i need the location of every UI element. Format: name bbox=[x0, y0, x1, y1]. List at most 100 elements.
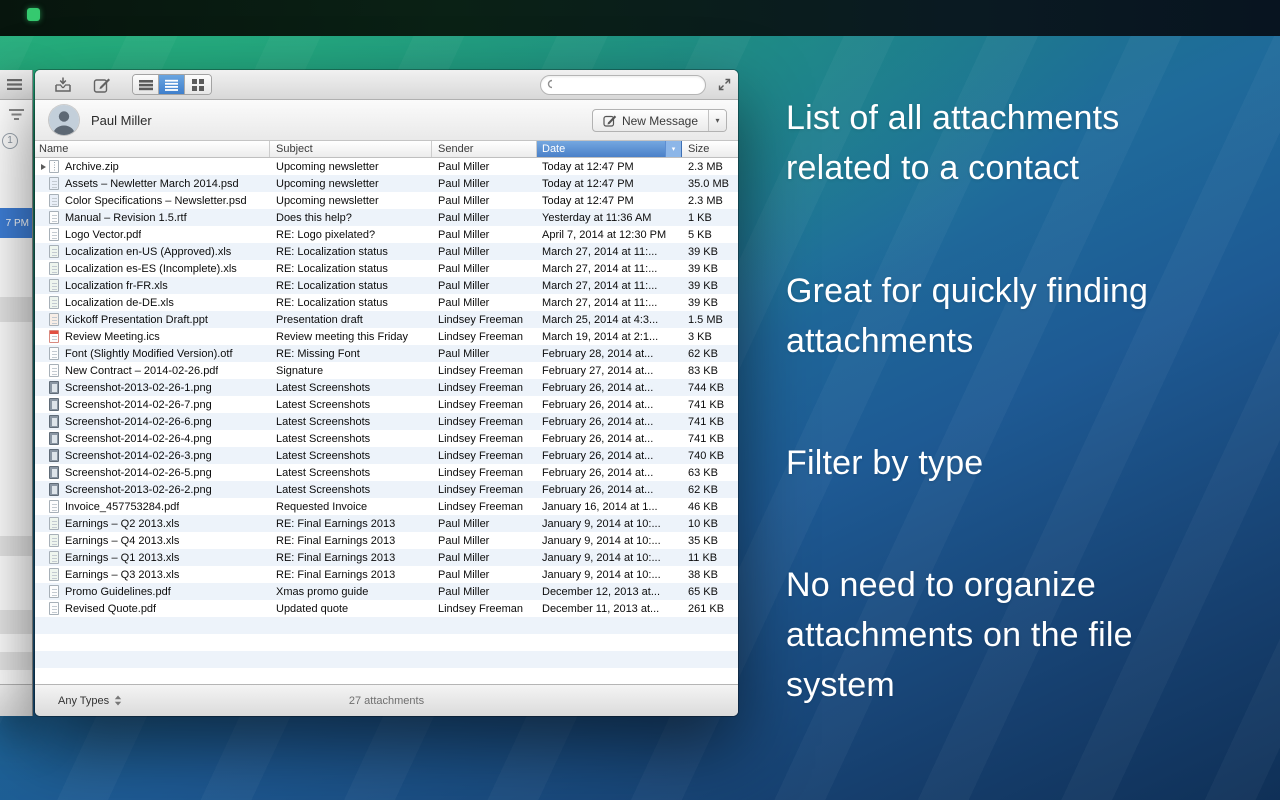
unread-count-badge: 1 bbox=[2, 133, 18, 149]
attachment-sender: Lindsey Freeman bbox=[432, 600, 537, 617]
promo-text-contact-list: List of all attachments related to a con… bbox=[786, 93, 1119, 193]
view-grid-button[interactable] bbox=[185, 75, 211, 94]
attachment-size: 39 KB bbox=[682, 260, 738, 277]
file-type-icon bbox=[49, 415, 59, 428]
search-input[interactable] bbox=[557, 79, 699, 91]
attachment-size: 46 KB bbox=[682, 498, 738, 515]
attachment-sender: Lindsey Freeman bbox=[432, 481, 537, 498]
table-row[interactable]: Screenshot-2014-02-26-7.png Latest Scree… bbox=[35, 396, 738, 413]
attachment-sender: Paul Miller bbox=[432, 175, 537, 192]
disclosure-triangle-icon[interactable] bbox=[41, 164, 46, 170]
attachment-subject: Presentation draft bbox=[270, 311, 432, 328]
table-row[interactable]: New Contract – 2014-02-26.pdf Signature … bbox=[35, 362, 738, 379]
attachment-sender: Lindsey Freeman bbox=[432, 498, 537, 515]
table-row[interactable]: Kickoff Presentation Draft.ppt Presentat… bbox=[35, 311, 738, 328]
attachment-name: Screenshot-2014-02-26-4.png bbox=[65, 433, 212, 445]
table-row[interactable]: Screenshot-2013-02-26-2.png Latest Scree… bbox=[35, 481, 738, 498]
column-header-sender[interactable]: Sender bbox=[432, 141, 537, 157]
attachment-size: 741 KB bbox=[682, 430, 738, 447]
sort-direction-button[interactable]: ▾ bbox=[665, 141, 681, 157]
mail-list-selected-item[interactable]: 7 PM bbox=[0, 208, 32, 238]
attachment-date: March 25, 2014 at 4:3... bbox=[537, 311, 682, 328]
attachment-name: Manual – Revision 1.5.rtf bbox=[65, 212, 187, 224]
table-row[interactable]: Revised Quote.pdf Updated quote Lindsey … bbox=[35, 600, 738, 617]
table-row[interactable]: Invoice_457753284.pdf Requested Invoice … bbox=[35, 498, 738, 515]
attachment-subject: Review meeting this Friday bbox=[270, 328, 432, 345]
attachment-subject: Upcoming newsletter bbox=[270, 175, 432, 192]
attachment-subject: RE: Final Earnings 2013 bbox=[270, 532, 432, 549]
column-header-size[interactable]: Size bbox=[682, 141, 738, 157]
attachment-subject: Upcoming newsletter bbox=[270, 158, 432, 175]
column-header-subject[interactable]: Subject bbox=[270, 141, 432, 157]
attachments-window: Paul Miller New Message ▾ Name Subject S… bbox=[35, 70, 738, 716]
import-tray-icon[interactable] bbox=[53, 76, 73, 99]
new-message-button[interactable]: New Message bbox=[593, 110, 708, 131]
table-row[interactable]: Localization fr-FR.xls RE: Localization … bbox=[35, 277, 738, 294]
sidebar-toggle-icon[interactable] bbox=[7, 78, 23, 91]
table-row[interactable]: Localization de-DE.xls RE: Localization … bbox=[35, 294, 738, 311]
table-row[interactable]: Assets – Newletter March 2014.psd Upcomi… bbox=[35, 175, 738, 192]
compose-icon[interactable] bbox=[93, 76, 112, 99]
list-section-band bbox=[0, 297, 32, 322]
column-header-date[interactable]: Date ▾ bbox=[537, 141, 682, 157]
attachment-date: Today at 12:47 PM bbox=[537, 158, 682, 175]
table-row[interactable]: Localization es-ES (Incomplete).xls RE: … bbox=[35, 260, 738, 277]
table-row[interactable]: Earnings – Q4 2013.xls RE: Final Earning… bbox=[35, 532, 738, 549]
table-row[interactable]: Earnings – Q2 2013.xls RE: Final Earning… bbox=[35, 515, 738, 532]
attachment-subject: RE: Final Earnings 2013 bbox=[270, 549, 432, 566]
filter-icon[interactable] bbox=[9, 108, 24, 126]
table-row[interactable]: Screenshot-2014-02-26-5.png Latest Scree… bbox=[35, 464, 738, 481]
attachment-size: 741 KB bbox=[682, 396, 738, 413]
table-row[interactable]: Screenshot-2013-02-26-1.png Latest Scree… bbox=[35, 379, 738, 396]
attachment-rows: Archive.zip Upcoming newsletter Paul Mil… bbox=[35, 158, 738, 684]
attachment-sender: Paul Miller bbox=[432, 226, 537, 243]
file-type-icon bbox=[49, 211, 59, 224]
table-row[interactable]: Color Specifications – Newsletter.psd Up… bbox=[35, 192, 738, 209]
attachment-sender: Paul Miller bbox=[432, 566, 537, 583]
table-row[interactable]: Promo Guidelines.pdf Xmas promo guide Pa… bbox=[35, 583, 738, 600]
file-type-icon bbox=[49, 398, 59, 411]
table-row[interactable]: Screenshot-2014-02-26-4.png Latest Scree… bbox=[35, 430, 738, 447]
view-list-button[interactable] bbox=[159, 75, 185, 94]
table-row[interactable]: Logo Vector.pdf RE: Logo pixelated? Paul… bbox=[35, 226, 738, 243]
attachment-name: Invoice_457753284.pdf bbox=[65, 501, 179, 513]
attachment-name: Earnings – Q1 2013.xls bbox=[65, 552, 179, 564]
attachment-date: January 16, 2014 at 1... bbox=[537, 498, 682, 515]
search-field[interactable] bbox=[540, 75, 706, 95]
table-row[interactable]: Archive.zip Upcoming newsletter Paul Mil… bbox=[35, 158, 738, 175]
new-message-dropdown-button[interactable]: ▾ bbox=[708, 110, 726, 131]
top-dark-bar bbox=[0, 0, 1280, 36]
table-row[interactable]: Font (Slightly Modified Version).otf RE:… bbox=[35, 345, 738, 362]
attachment-date: January 9, 2014 at 10:... bbox=[537, 549, 682, 566]
attachment-size: 38 KB bbox=[682, 566, 738, 583]
table-row[interactable]: Screenshot-2014-02-26-3.png Latest Scree… bbox=[35, 447, 738, 464]
attachment-sender: Paul Miller bbox=[432, 260, 537, 277]
fullscreen-icon[interactable] bbox=[718, 78, 731, 96]
table-row[interactable]: Earnings – Q3 2013.xls RE: Final Earning… bbox=[35, 566, 738, 583]
window-toolbar bbox=[35, 70, 738, 100]
attachment-name: Review Meeting.ics bbox=[65, 331, 160, 343]
attachment-name: Localization fr-FR.xls bbox=[65, 280, 168, 292]
table-row[interactable]: Review Meeting.ics Review meeting this F… bbox=[35, 328, 738, 345]
attachment-date: February 27, 2014 at... bbox=[537, 362, 682, 379]
attachment-date: March 27, 2014 at 11:... bbox=[537, 243, 682, 260]
list-section-band bbox=[0, 610, 32, 634]
column-header-name[interactable]: Name bbox=[35, 141, 270, 157]
table-row[interactable]: Manual – Revision 1.5.rtf Does this help… bbox=[35, 209, 738, 226]
table-row[interactable]: Localization en-US (Approved).xls RE: Lo… bbox=[35, 243, 738, 260]
menu-bar-app-icon bbox=[27, 8, 40, 21]
view-columns-button[interactable] bbox=[133, 75, 159, 94]
attachment-count: 27 attachments bbox=[35, 695, 738, 707]
chevron-down-icon: ▾ bbox=[715, 116, 719, 125]
attachment-name: Screenshot-2014-02-26-3.png bbox=[65, 450, 212, 462]
attachment-name: Kickoff Presentation Draft.ppt bbox=[65, 314, 208, 326]
attachment-size: 62 KB bbox=[682, 345, 738, 362]
new-message-pencil-icon bbox=[603, 114, 617, 127]
attachment-sender: Paul Miller bbox=[432, 192, 537, 209]
new-message-split-button: New Message ▾ bbox=[592, 109, 727, 132]
attachment-name: Earnings – Q2 2013.xls bbox=[65, 518, 179, 530]
table-row[interactable]: Earnings – Q1 2013.xls RE: Final Earning… bbox=[35, 549, 738, 566]
table-row[interactable]: Screenshot-2014-02-26-6.png Latest Scree… bbox=[35, 413, 738, 430]
attachment-date: January 9, 2014 at 10:... bbox=[537, 566, 682, 583]
attachment-sender: Paul Miller bbox=[432, 532, 537, 549]
